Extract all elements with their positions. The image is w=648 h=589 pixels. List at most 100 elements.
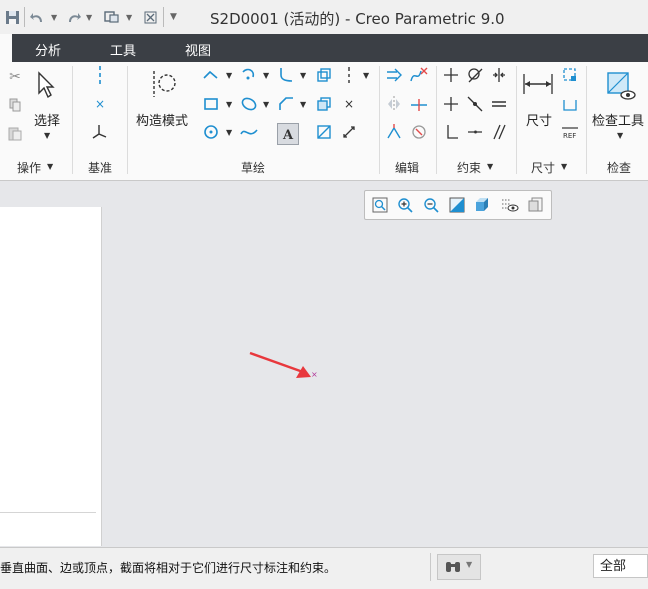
copy-icon[interactable] xyxy=(6,96,24,114)
symmetric-constraint-icon[interactable] xyxy=(490,66,508,84)
tangent-constraint-icon[interactable] xyxy=(466,66,484,84)
line-icon[interactable] xyxy=(202,66,220,84)
constraint-dropdown-icon[interactable]: ▼ xyxy=(487,163,495,171)
mirror-icon[interactable] xyxy=(385,95,403,113)
inspect-tool-dropdown-icon[interactable]: ▼ xyxy=(617,132,625,140)
divider xyxy=(127,66,128,174)
status-bar: 垂直曲面、边或顶点，截面将相对于它们进行尺寸标注和约束。 ▼ 全部 xyxy=(0,547,648,589)
construction-mode-button[interactable]: 构造模式 xyxy=(136,110,188,129)
coincident-constraint-icon[interactable] xyxy=(466,123,484,141)
svg-text:A: A xyxy=(282,128,294,142)
centerline-dropdown-icon[interactable]: ▼ xyxy=(363,72,371,80)
svg-text:REF: REF xyxy=(563,132,576,140)
rectangle-icon[interactable] xyxy=(202,95,220,113)
vertical-constraint-icon[interactable] xyxy=(442,66,460,84)
tab-analysis[interactable]: 分析 xyxy=(35,40,61,59)
perimeter-icon[interactable] xyxy=(561,66,579,84)
zoom-in-icon[interactable] xyxy=(395,195,415,215)
line-dropdown-icon[interactable]: ▼ xyxy=(226,72,234,80)
regenerate-icon[interactable] xyxy=(104,9,120,25)
select-dropdown-icon[interactable]: ▼ xyxy=(44,132,52,140)
redo-icon[interactable] xyxy=(66,9,81,25)
midpoint-constraint-icon[interactable] xyxy=(466,95,484,113)
thicken-icon[interactable] xyxy=(315,95,333,113)
fillet-dropdown-icon[interactable]: ▼ xyxy=(300,72,308,80)
equal-constraint-icon[interactable] xyxy=(490,95,508,113)
datum-centerline-icon[interactable] xyxy=(91,66,109,84)
group-label-datum: 基准 xyxy=(88,161,113,175)
redo-dropdown-icon[interactable]: ▼ xyxy=(86,9,92,25)
customize-toolbar-icon[interactable]: ▼ xyxy=(170,9,177,25)
paste-icon[interactable] xyxy=(6,124,24,142)
tab-view[interactable]: 视图 xyxy=(185,40,211,59)
tab-tools[interactable]: 工具 xyxy=(110,40,136,59)
modify-icon[interactable] xyxy=(385,66,403,84)
operations-dropdown-icon[interactable]: ▼ xyxy=(47,163,55,171)
close-window-icon[interactable] xyxy=(144,9,157,25)
refit-icon[interactable] xyxy=(370,195,390,215)
ellipse-dropdown-icon[interactable]: ▼ xyxy=(263,101,271,109)
select-button[interactable]: 选择 xyxy=(34,110,60,129)
point-icon[interactable]: × xyxy=(340,95,358,113)
zoom-out-icon[interactable] xyxy=(421,195,441,215)
centerline-icon[interactable] xyxy=(340,66,358,84)
baseline-icon[interactable] xyxy=(561,95,579,113)
group-label-edit: 编辑 xyxy=(395,161,420,175)
sketch-display-filters-icon[interactable] xyxy=(500,195,520,215)
active-tab-edge[interactable] xyxy=(0,34,12,62)
spline-icon[interactable] xyxy=(240,123,258,141)
chamfer-icon[interactable] xyxy=(277,95,295,113)
divider xyxy=(163,7,164,27)
dimension-dropdown-icon[interactable]: ▼ xyxy=(561,163,569,171)
fillet-icon[interactable] xyxy=(277,66,295,84)
arc-icon[interactable] xyxy=(240,66,258,84)
datum-coordinate-system-icon[interactable] xyxy=(91,123,109,141)
display-style-icon[interactable] xyxy=(473,195,493,215)
construction-mode-icon[interactable] xyxy=(147,68,179,100)
perpendicular-constraint-icon[interactable] xyxy=(442,123,460,141)
undo-dropdown-icon[interactable]: ▼ xyxy=(51,9,57,25)
divider xyxy=(430,553,431,581)
rectangle-dropdown-icon[interactable]: ▼ xyxy=(226,101,234,109)
rotate-resize-icon[interactable] xyxy=(410,123,428,141)
circle-dropdown-icon[interactable]: ▼ xyxy=(226,129,234,137)
find-dropdown-icon: ▼ xyxy=(466,560,473,569)
text-icon[interactable]: A xyxy=(277,123,299,145)
ellipse-icon[interactable] xyxy=(240,95,258,113)
cut-icon[interactable]: ✂ xyxy=(6,68,24,86)
datum-point-icon[interactable]: × xyxy=(91,95,109,113)
divider xyxy=(379,66,380,174)
parallel-constraint-icon[interactable] xyxy=(490,123,508,141)
reference-dimension-icon[interactable]: REF xyxy=(561,123,579,141)
binoculars-icon xyxy=(444,558,462,577)
chamfer-dropdown-icon[interactable]: ▼ xyxy=(300,101,308,109)
horizontal-constraint-icon[interactable] xyxy=(442,95,460,113)
inspect-tool-button[interactable]: 检查工具 xyxy=(592,110,644,129)
select-arrow-icon[interactable] xyxy=(35,70,57,100)
save-icon[interactable] xyxy=(5,9,20,25)
model-tree-panel[interactable] xyxy=(0,207,102,546)
divider xyxy=(72,66,73,174)
delete-segment-icon[interactable] xyxy=(410,66,428,84)
ribbon: ✂ 选择 ▼ 操作 ▼ × 基准 构造模式 ▼ ▼ ▼ ▼ ▼ ▼ ▼ × ▼ … xyxy=(0,62,648,181)
inspect-tool-icon[interactable] xyxy=(603,68,637,102)
divide-icon[interactable] xyxy=(410,95,428,113)
dimension-button[interactable]: 尺寸 xyxy=(526,110,552,129)
graphics-canvas[interactable] xyxy=(104,181,648,547)
arc-dropdown-icon[interactable]: ▼ xyxy=(263,72,271,80)
find-button[interactable]: ▼ xyxy=(437,554,481,580)
selection-filter[interactable]: 全部 xyxy=(593,554,648,578)
regenerate-dropdown-icon[interactable]: ▼ xyxy=(126,9,132,25)
divider xyxy=(516,66,517,174)
sketch-view-icon[interactable] xyxy=(526,195,546,215)
corner-icon[interactable] xyxy=(385,123,403,141)
circle-icon[interactable] xyxy=(202,123,220,141)
offset-icon[interactable] xyxy=(315,66,333,84)
sketch-point[interactable]: × xyxy=(311,371,318,379)
project-icon[interactable] xyxy=(315,123,333,141)
window-title: S2D0001 (活动的) - Creo Parametric 9.0 xyxy=(210,10,505,28)
repaint-icon[interactable] xyxy=(447,195,467,215)
palette-icon[interactable] xyxy=(340,123,358,141)
undo-icon[interactable] xyxy=(30,9,45,25)
dimension-icon[interactable] xyxy=(522,70,554,98)
